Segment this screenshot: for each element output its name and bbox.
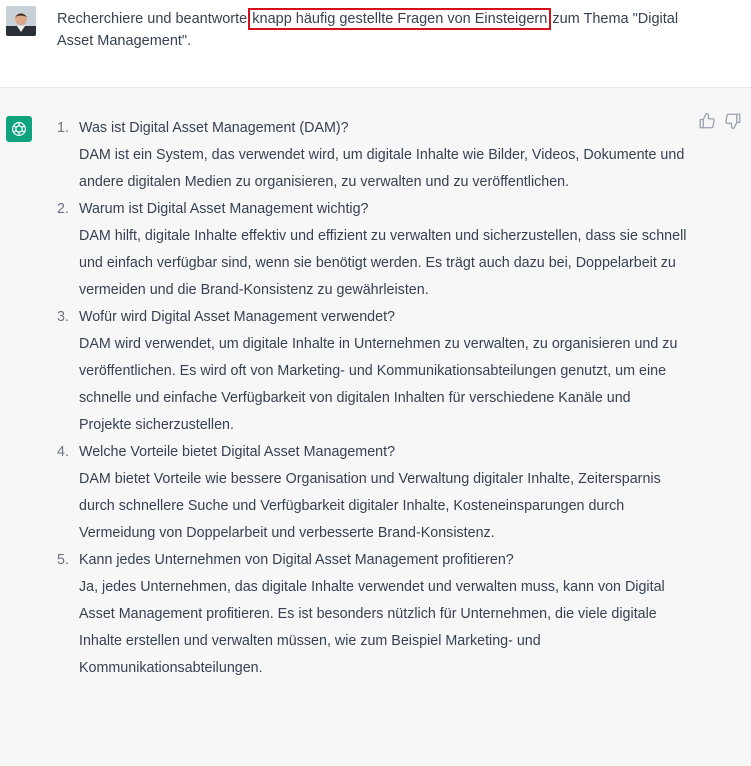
item-number: 2. [57,201,69,217]
item-number: 5. [57,552,69,568]
prompt-highlight: knapp häufig gestellte Fragen von Einste… [248,8,552,30]
list-item: 1. Was ist Digital Asset Management (DAM… [57,115,687,196]
thumbs-up-icon[interactable] [698,112,716,130]
item-answer: DAM hilft, digitale Inhalte effektiv und… [79,228,687,298]
item-number: 4. [57,444,69,460]
item-question: Wofür wird Digital Asset Management verw… [79,309,396,325]
thumbs-down-icon[interactable] [724,112,742,130]
assistant-message: 1. Was ist Digital Asset Management (DAM… [0,88,751,766]
list-item: 2. Warum ist Digital Asset Management wi… [57,196,687,304]
openai-logo-icon [6,116,32,142]
item-answer: Ja, jedes Unternehmen, das digitale Inha… [79,579,665,676]
item-answer: DAM ist ein System, das verwendet wird, … [79,147,685,190]
list-item: 3. Wofür wird Digital Asset Management v… [57,304,687,439]
user-avatar [6,6,36,36]
item-question: Was ist Digital Asset Management (DAM)? [79,120,349,136]
item-answer: DAM bietet Vorteile wie bessere Organisa… [79,471,661,541]
prompt-text: Recherchiere und beantworte knapp häufig… [57,8,717,52]
item-number: 3. [57,309,69,325]
feedback-actions [698,112,742,130]
item-answer: DAM wird verwendet, um digitale Inhalte … [79,336,678,433]
prompt-before: Recherchiere und beantworte [57,11,252,27]
item-question: Welche Vorteile bietet Digital Asset Man… [79,444,396,460]
user-message: Recherchiere und beantworte knapp häufig… [0,0,751,88]
list-item: 4. Welche Vorteile bietet Digital Asset … [57,439,687,547]
list-item: 5. Kann jedes Unternehmen von Digital As… [57,547,687,682]
answer-list: 1. Was ist Digital Asset Management (DAM… [57,115,687,682]
item-question: Warum ist Digital Asset Management wicht… [79,201,369,217]
item-question: Kann jedes Unternehmen von Digital Asset… [79,552,514,568]
item-number: 1. [57,120,69,136]
